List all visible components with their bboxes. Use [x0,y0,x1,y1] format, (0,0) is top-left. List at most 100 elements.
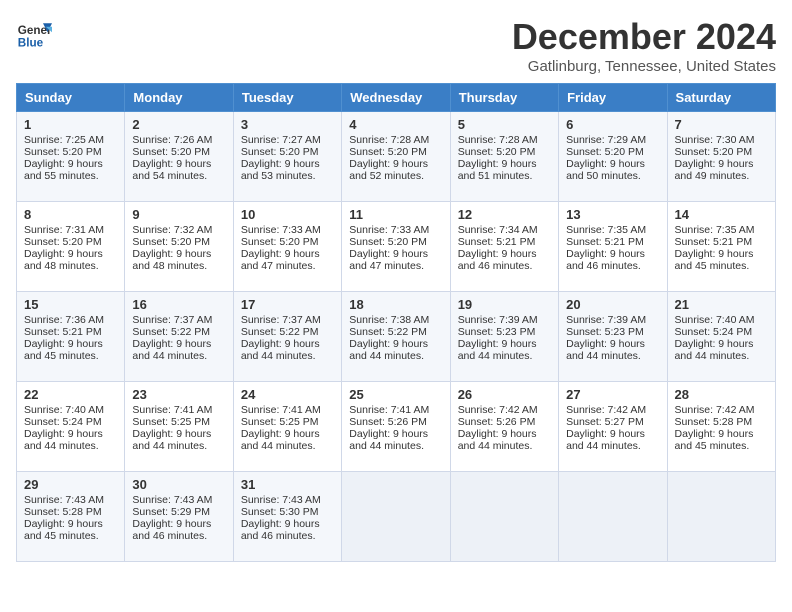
table-row: 26 Sunrise: 7:42 AM Sunset: 5:26 PM Dayl… [450,382,558,472]
daylight-minutes: and 46 minutes. [241,530,316,542]
sunrise-text: Sunrise: 7:41 AM [132,404,212,416]
sunrise-text: Sunrise: 7:41 AM [349,404,429,416]
sunset-text: Sunset: 5:29 PM [132,506,210,518]
daylight-hours: Daylight: 9 hours [132,428,211,440]
daylight-hours: Daylight: 9 hours [132,518,211,530]
col-wednesday: Wednesday [342,84,450,112]
sunrise-text: Sunrise: 7:40 AM [675,314,755,326]
daylight-hours: Daylight: 9 hours [24,248,103,260]
sunset-text: Sunset: 5:20 PM [132,236,210,248]
table-row: 22 Sunrise: 7:40 AM Sunset: 5:24 PM Dayl… [17,382,125,472]
table-row: 23 Sunrise: 7:41 AM Sunset: 5:25 PM Dayl… [125,382,233,472]
day-number: 28 [675,387,768,402]
sunrise-text: Sunrise: 7:35 AM [566,224,646,236]
daylight-minutes: and 45 minutes. [24,530,99,542]
table-row: 16 Sunrise: 7:37 AM Sunset: 5:22 PM Dayl… [125,292,233,382]
daylight-hours: Daylight: 9 hours [24,158,103,170]
sunrise-text: Sunrise: 7:28 AM [458,134,538,146]
sunrise-text: Sunrise: 7:35 AM [675,224,755,236]
table-row: 5 Sunrise: 7:28 AM Sunset: 5:20 PM Dayli… [450,112,558,202]
sunrise-text: Sunrise: 7:40 AM [24,404,104,416]
daylight-minutes: and 44 minutes. [349,440,424,452]
daylight-minutes: and 46 minutes. [458,260,533,272]
sunrise-text: Sunrise: 7:43 AM [24,494,104,506]
daylight-hours: Daylight: 9 hours [24,518,103,530]
sunset-text: Sunset: 5:22 PM [349,326,427,338]
day-number: 25 [349,387,442,402]
table-row: 17 Sunrise: 7:37 AM Sunset: 5:22 PM Dayl… [233,292,341,382]
daylight-hours: Daylight: 9 hours [566,338,645,350]
daylight-hours: Daylight: 9 hours [241,158,320,170]
sunset-text: Sunset: 5:25 PM [241,416,319,428]
daylight-minutes: and 44 minutes. [132,440,207,452]
col-sunday: Sunday [17,84,125,112]
daylight-minutes: and 45 minutes. [675,440,750,452]
sunrise-text: Sunrise: 7:32 AM [132,224,212,236]
sunrise-text: Sunrise: 7:34 AM [458,224,538,236]
day-number: 31 [241,477,334,492]
sunrise-text: Sunrise: 7:37 AM [132,314,212,326]
table-row: 28 Sunrise: 7:42 AM Sunset: 5:28 PM Dayl… [667,382,775,472]
daylight-minutes: and 45 minutes. [24,350,99,362]
day-number: 7 [675,117,768,132]
sunset-text: Sunset: 5:28 PM [24,506,102,518]
day-number: 5 [458,117,551,132]
sunrise-text: Sunrise: 7:43 AM [241,494,321,506]
sunset-text: Sunset: 5:26 PM [458,416,536,428]
col-saturday: Saturday [667,84,775,112]
sunrise-text: Sunrise: 7:25 AM [24,134,104,146]
day-number: 6 [566,117,659,132]
table-row: 19 Sunrise: 7:39 AM Sunset: 5:23 PM Dayl… [450,292,558,382]
day-number: 12 [458,207,551,222]
sunrise-text: Sunrise: 7:41 AM [241,404,321,416]
day-number: 22 [24,387,117,402]
sunrise-text: Sunrise: 7:31 AM [24,224,104,236]
sunrise-text: Sunrise: 7:39 AM [566,314,646,326]
sunset-text: Sunset: 5:21 PM [675,236,753,248]
sunset-text: Sunset: 5:30 PM [241,506,319,518]
table-row: 7 Sunrise: 7:30 AM Sunset: 5:20 PM Dayli… [667,112,775,202]
day-number: 16 [132,297,225,312]
sunset-text: Sunset: 5:22 PM [132,326,210,338]
calendar-header: Sunday Monday Tuesday Wednesday Thursday… [17,84,776,112]
calendar-week: 15 Sunrise: 7:36 AM Sunset: 5:21 PM Dayl… [17,292,776,382]
table-row: 1 Sunrise: 7:25 AM Sunset: 5:20 PM Dayli… [17,112,125,202]
daylight-hours: Daylight: 9 hours [675,428,754,440]
table-row: 25 Sunrise: 7:41 AM Sunset: 5:26 PM Dayl… [342,382,450,472]
table-row [342,472,450,562]
daylight-hours: Daylight: 9 hours [458,338,537,350]
table-row: 3 Sunrise: 7:27 AM Sunset: 5:20 PM Dayli… [233,112,341,202]
logo-icon: General Blue [16,16,52,52]
sunrise-text: Sunrise: 7:33 AM [241,224,321,236]
table-row: 30 Sunrise: 7:43 AM Sunset: 5:29 PM Dayl… [125,472,233,562]
daylight-hours: Daylight: 9 hours [458,248,537,260]
daylight-hours: Daylight: 9 hours [566,248,645,260]
table-row: 12 Sunrise: 7:34 AM Sunset: 5:21 PM Dayl… [450,202,558,292]
day-number: 14 [675,207,768,222]
sunset-text: Sunset: 5:28 PM [675,416,753,428]
calendar-table: Sunday Monday Tuesday Wednesday Thursday… [16,83,776,562]
sunrise-text: Sunrise: 7:28 AM [349,134,429,146]
table-row: 24 Sunrise: 7:41 AM Sunset: 5:25 PM Dayl… [233,382,341,472]
daylight-hours: Daylight: 9 hours [675,248,754,260]
sunrise-text: Sunrise: 7:36 AM [24,314,104,326]
daylight-minutes: and 46 minutes. [566,260,641,272]
table-row: 9 Sunrise: 7:32 AM Sunset: 5:20 PM Dayli… [125,202,233,292]
day-number: 26 [458,387,551,402]
daylight-minutes: and 51 minutes. [458,170,533,182]
daylight-minutes: and 47 minutes. [241,260,316,272]
sunrise-text: Sunrise: 7:42 AM [566,404,646,416]
logo: General Blue [16,16,52,52]
daylight-hours: Daylight: 9 hours [24,338,103,350]
day-number: 29 [24,477,117,492]
day-number: 23 [132,387,225,402]
daylight-hours: Daylight: 9 hours [132,248,211,260]
sunrise-text: Sunrise: 7:38 AM [349,314,429,326]
daylight-hours: Daylight: 9 hours [349,158,428,170]
sunset-text: Sunset: 5:24 PM [24,416,102,428]
sunrise-text: Sunrise: 7:29 AM [566,134,646,146]
day-number: 1 [24,117,117,132]
sunset-text: Sunset: 5:20 PM [458,146,536,158]
table-row: 18 Sunrise: 7:38 AM Sunset: 5:22 PM Dayl… [342,292,450,382]
daylight-hours: Daylight: 9 hours [241,428,320,440]
